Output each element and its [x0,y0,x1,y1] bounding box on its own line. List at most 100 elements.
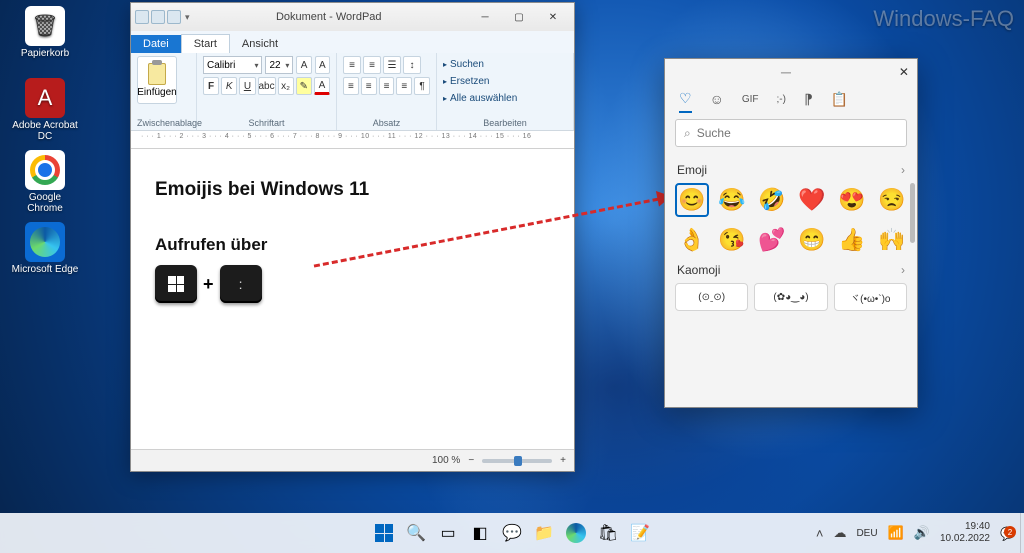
emoji-item[interactable]: 💕 [755,223,789,257]
tab-view[interactable]: Ansicht [230,35,290,53]
key-windows [155,265,197,303]
taskbar-search-icon[interactable]: 🔍 [403,520,429,546]
emoji-panel-close-button[interactable]: ✕ [899,65,909,79]
document-area[interactable]: Emoijis bei Windows 11 Aufrufen über + : [131,149,574,449]
emoji-tab-symbols[interactable]: ⁋ [804,85,813,113]
notification-badge: 2 [1004,526,1016,538]
zoom-slider[interactable] [482,459,552,463]
chevron-right-icon[interactable]: › [901,163,905,177]
emoji-search[interactable]: ⌕ [675,119,907,147]
store-icon[interactable]: 🛍 [595,520,621,546]
volume-icon[interactable]: 🔊 [914,525,930,541]
taskbar-wordpad-icon[interactable]: 📝 [627,520,653,546]
desktop-icon-label: Microsoft Edge [10,264,80,275]
emoji-item[interactable]: 👍 [835,223,869,257]
chat-icon[interactable]: 💬 [499,520,525,546]
desktop-icon-acrobat[interactable]: A Adobe Acrobat DC [10,78,80,142]
qat-save-icon[interactable] [135,10,149,24]
taskbar-clock[interactable]: 19:40 10.02.2022 [940,521,990,545]
highlight-button[interactable]: ✎ [296,77,312,95]
desktop-icon-edge[interactable]: Microsoft Edge [10,222,80,275]
file-explorer-icon[interactable]: 📁 [531,520,557,546]
windows-logo-icon [168,276,184,292]
kaomoji-item[interactable]: ヾ(•ω•`)o [834,283,907,311]
maximize-button[interactable]: ▢ [502,6,536,28]
emoji-item[interactable]: ❤️ [795,183,829,217]
emoji-item[interactable]: 🤣 [755,183,789,217]
font-name-combo[interactable]: Calibri [203,56,262,74]
group-paragraph-label: Absatz [343,118,430,128]
emoji-item[interactable]: 😘 [715,223,749,257]
search-icon: ⌕ [684,126,691,141]
wifi-icon[interactable]: 📶 [888,525,904,541]
replace-button[interactable]: Ersetzen [443,73,567,89]
emoji-tab-emoji[interactable]: ☺ [710,85,724,113]
zoom-out-button[interactable]: − [468,455,474,466]
show-desktop-strip[interactable] [1020,513,1024,553]
acrobat-icon: A [25,78,65,118]
clock-date: 10.02.2022 [940,533,990,545]
emoji-tab-clipboard[interactable]: 📋 [831,85,848,113]
tab-start[interactable]: Start [181,34,230,53]
align-right-button[interactable]: ≡ [379,77,395,95]
clipboard-icon [148,63,166,85]
kaomoji-item[interactable]: (⊙ˍ⊙) [675,283,748,311]
drag-handle-icon[interactable]: ─ [781,64,791,80]
emoji-item[interactable]: 🙌 [875,223,909,257]
strike-button[interactable]: abc [258,77,276,95]
paste-button[interactable]: Einfügen [137,56,177,104]
emoji-item[interactable]: 👌 [675,223,709,257]
emoji-section-label: Emoji [677,163,707,177]
emoji-tab-gif[interactable]: GIF [742,85,759,113]
find-button[interactable]: Suchen [443,56,567,72]
language-indicator[interactable]: DEU [856,528,877,539]
chevron-right-icon[interactable]: › [901,263,905,277]
align-left-button[interactable]: ≡ [343,77,359,95]
font-size-combo[interactable]: 22 [265,56,293,74]
taskbar-edge-icon[interactable] [563,520,589,546]
clock-time: 19:40 [940,521,990,533]
align-center-button[interactable]: ≡ [361,77,377,95]
emoji-item[interactable]: 😂 [715,183,749,217]
inc-indent-button[interactable]: ≡ [363,56,381,74]
emoji-search-input[interactable] [697,126,898,140]
widgets-icon[interactable]: ◧ [467,520,493,546]
emoji-item[interactable]: 😊 [675,183,709,217]
font-color-button[interactable]: A [314,77,330,95]
dec-indent-button[interactable]: ≡ [343,56,361,74]
paragraph-button[interactable]: ¶ [414,77,430,95]
subscript-button[interactable]: x₂ [278,77,294,95]
minimize-button[interactable]: ─ [468,6,502,28]
ruler[interactable]: · · · 1 · · · 2 · · · 3 · · · 4 · · · 5 … [131,131,574,149]
desktop-icon-chrome[interactable]: Google Chrome [10,150,80,214]
underline-button[interactable]: U [239,77,255,95]
bullets-button[interactable]: ☰ [383,56,401,74]
emoji-item[interactable]: 😍 [835,183,869,217]
select-all-button[interactable]: Alle auswählen [443,90,567,106]
qat-redo-icon[interactable] [167,10,181,24]
scrollbar[interactable] [910,183,915,243]
qat-undo-icon[interactable] [151,10,165,24]
bold-button[interactable]: F [203,77,219,95]
grow-font-button[interactable]: A [296,56,311,74]
zoom-in-button[interactable]: + [560,455,566,466]
justify-button[interactable]: ≡ [396,77,412,95]
emoji-tab-recent[interactable]: ♡ [679,85,692,113]
titlebar[interactable]: ▾ Dokument - WordPad ─ ▢ ✕ [131,3,574,31]
line-spacing-button[interactable]: ↕ [403,56,421,74]
tray-chevron-icon[interactable]: ˄ [816,526,824,541]
close-button[interactable]: ✕ [536,6,570,28]
kaomoji-item[interactable]: (✿◕‿◕) [754,283,827,311]
emoji-item[interactable]: 😁 [795,223,829,257]
chrome-icon [25,150,65,190]
shrink-font-button[interactable]: A [315,56,330,74]
desktop-icon-label: Papierkorb [10,48,80,59]
file-tab[interactable]: Datei [131,35,181,53]
emoji-item[interactable]: 😒 [875,183,909,217]
start-button[interactable] [371,520,397,546]
emoji-tab-kaomoji[interactable]: ;-) [777,85,786,113]
onedrive-icon[interactable]: ☁ [833,525,846,541]
task-view-icon[interactable]: ▭ [435,520,461,546]
italic-button[interactable]: K [221,77,237,95]
desktop-icon-recycle-bin[interactable]: 🗑 Papierkorb [10,6,80,59]
